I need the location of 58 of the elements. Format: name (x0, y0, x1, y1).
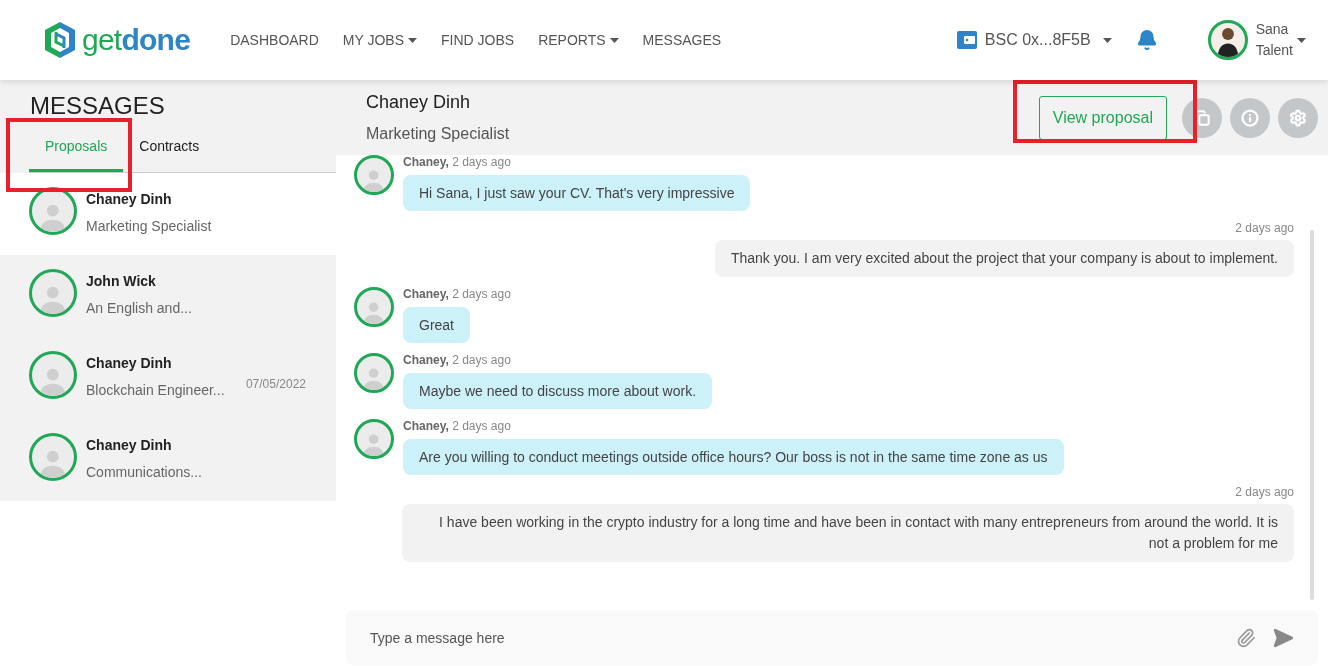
contact-subtitle: Communications... (86, 463, 203, 482)
conversation-item[interactable]: Chaney Dinh Communications... (0, 419, 336, 501)
avatar (29, 433, 77, 481)
message-meta: Chaney, 2 days ago (403, 353, 512, 368)
wallet-icon (956, 30, 977, 50)
nav-link[interactable]: REPORTS (538, 29, 619, 51)
avatar (29, 269, 77, 317)
avatar (354, 287, 394, 327)
caret-icon (1102, 37, 1112, 43)
message-time: 2 days ago (1235, 221, 1294, 236)
contact-name: John Wick (86, 272, 157, 291)
avatar (29, 351, 77, 399)
conversation-date: 07/05/2022 (245, 376, 306, 393)
nav-link[interactable]: MY JOBS (342, 29, 418, 51)
nav-link[interactable]: MESSAGES (642, 29, 722, 51)
contact-subtitle: An English and... (86, 299, 193, 318)
message-bubble: I have been working in the crypto industry for a long time and have been in contact with many entrepreneurs from around the world. It is not a problem for me (402, 504, 1294, 562)
conversation-item[interactable]: John Wick An English and... (0, 255, 336, 337)
conversation-item[interactable]: Chaney Dinh Blockchain Engineer... 07/05/2022 (0, 337, 336, 419)
contact-name: Chaney Dinh (86, 436, 173, 455)
caret-icon (408, 37, 418, 43)
contact-subtitle: Marketing Specialist (86, 217, 213, 236)
logo-icon (42, 20, 78, 60)
contact-name: Chaney Dinh (86, 190, 173, 209)
notification-bell-icon[interactable] (1135, 29, 1158, 51)
contact-subtitle: Blockchain Engineer... (86, 381, 226, 400)
copy-button[interactable] (1182, 97, 1222, 138)
logo-text: getdone (82, 25, 191, 55)
message-bubble: Are you willing to conduct meetings outside office hours? Our boss is not in the same time zone as us (403, 439, 1064, 475)
user-avatar[interactable] (1207, 20, 1248, 60)
user-role: Talent (1255, 41, 1293, 60)
avatar (354, 419, 394, 459)
caret-icon (609, 37, 619, 43)
nav-link[interactable]: FIND JOBS (441, 29, 515, 51)
send-icon[interactable] (1272, 626, 1294, 649)
message-meta: Chaney, 2 days ago (403, 287, 511, 302)
settings-icon (1289, 108, 1307, 127)
message-bubble: Great (403, 307, 470, 343)
message-bubble: Maybe we need to discuss more about work. (403, 373, 713, 409)
chat-contact-name: Chaney Dinh (366, 91, 472, 114)
message-meta: Chaney, 2 days ago (403, 155, 512, 170)
nav-link[interactable]: DASHBOARD (230, 29, 319, 51)
message-time: 2 days ago (1235, 485, 1294, 500)
tab[interactable]: Contracts (123, 134, 216, 172)
caret-icon (1297, 37, 1306, 43)
info-icon (1241, 108, 1259, 127)
message-meta: Chaney, 2 days ago (403, 419, 512, 434)
message-bubble: Thank you. I am very excited about the project that your company is about to implement. (714, 240, 1294, 277)
message-bubble: Hi Sana, I just saw your CV. That's very impressive (403, 175, 751, 211)
paperclip-icon[interactable] (1236, 627, 1256, 648)
chat-contact-role: Marketing Specialist (366, 124, 510, 144)
message-input[interactable]: Type a message here (346, 610, 1318, 665)
user-first-name: Sana (1255, 20, 1290, 39)
avatar (354, 353, 394, 393)
sidebar-title: MESSAGES (30, 92, 166, 120)
wallet-button[interactable]: BSC 0x...8F5B (956, 28, 1112, 52)
copy-icon (1194, 109, 1210, 126)
contact-name: Chaney Dinh (86, 354, 173, 373)
